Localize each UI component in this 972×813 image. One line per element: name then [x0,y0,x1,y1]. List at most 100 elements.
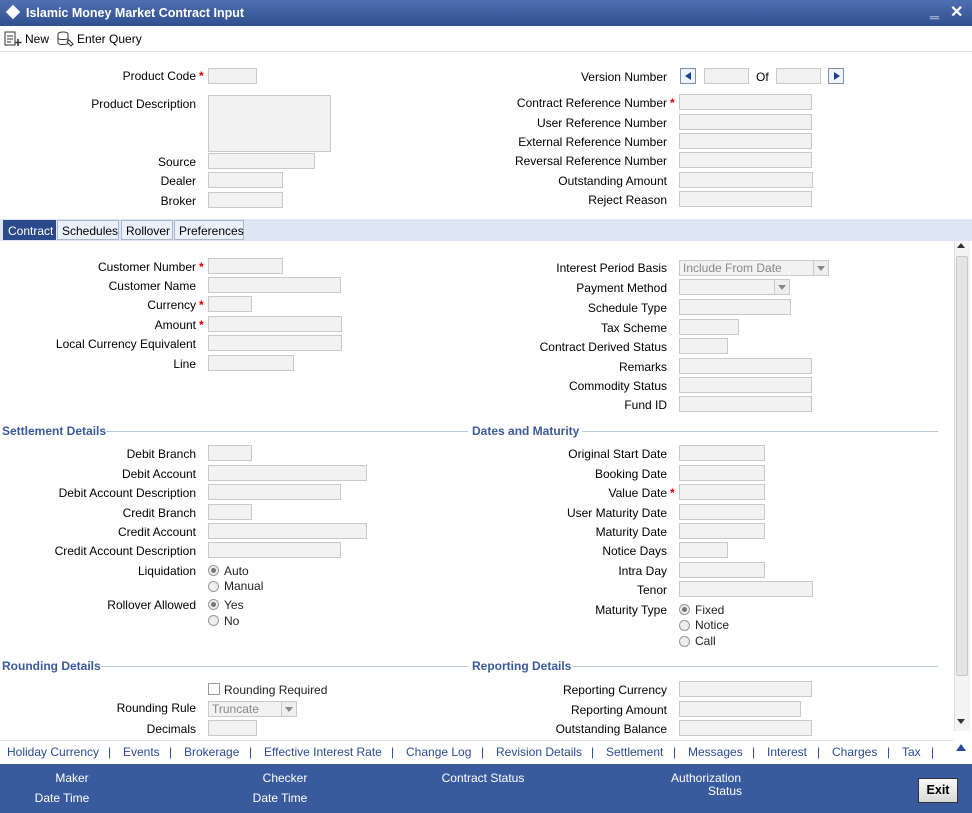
reject-reason-input[interactable] [679,191,812,207]
customer-number-input[interactable] [208,258,283,274]
schedule-type-input[interactable] [679,299,791,315]
maturity-notice-label: Notice [695,618,730,632]
external-reference-number-input[interactable] [679,133,812,149]
new-button[interactable]: New [4,31,49,47]
dealer-input[interactable] [208,172,283,188]
links-scroll-up-icon[interactable] [956,744,966,751]
reporting-amount-label: Reporting Amount [570,703,667,717]
tab-rollover[interactable]: Rollover [121,220,173,240]
product-code-input[interactable] [208,68,257,84]
tab-contract[interactable]: Contract [3,220,56,240]
link-messages[interactable]: Messages [688,745,743,759]
scrollbar-thumb[interactable] [956,256,968,676]
debit-account-description-input[interactable] [208,484,341,500]
user-maturity-date-input[interactable] [679,504,765,520]
reversal-reference-number-input[interactable] [679,152,812,168]
amount-input[interactable] [208,316,342,332]
user-reference-number-input[interactable] [679,114,812,130]
decimals-input[interactable] [208,720,257,736]
maturity-call-radio[interactable] [679,636,690,647]
currency-input[interactable] [208,296,252,312]
maturity-fixed-label: Fixed [695,603,725,617]
maturity-notice-radio[interactable] [679,620,690,631]
reporting-amount-input[interactable] [679,701,801,717]
of-label: Of [756,70,769,84]
debit-account-input[interactable] [208,465,367,481]
local-currency-equivalent-input[interactable] [208,335,342,351]
credit-branch-input[interactable] [208,504,252,520]
notice-days-input[interactable] [679,542,728,558]
link-brokerage[interactable]: Brokerage [184,745,239,759]
link-separator: | [591,745,595,759]
tenor-input[interactable] [679,581,813,597]
original-start-date-input[interactable] [679,445,765,461]
debit-branch-input[interactable] [208,445,252,461]
rounding-details-heading: Rounding Details [2,659,101,673]
close-icon[interactable]: ✕ [950,2,963,22]
tab-schedules[interactable]: Schedules [57,220,119,240]
minimize-icon[interactable]: ‗ [930,2,939,20]
booking-date-input[interactable] [679,465,765,481]
line-input[interactable] [208,355,294,371]
link-charges[interactable]: Charges [832,745,877,759]
liquidation-manual-radio[interactable] [208,581,219,592]
rollover-no-label: No [224,614,240,628]
intra-day-input[interactable] [679,562,765,578]
remarks-input[interactable] [679,358,812,374]
previous-version-icon[interactable] [680,68,696,84]
rounding-rule-select[interactable]: Truncate [208,701,297,717]
enter-query-button[interactable]: Enter Query [56,31,142,47]
value-date-input[interactable] [679,484,765,500]
value-date-required: * [670,486,675,500]
rollover-yes-radio[interactable] [208,599,219,610]
link-holiday-currency[interactable]: Holiday Currency [7,745,99,759]
rounding-required-checkbox[interactable] [208,683,220,695]
credit-account-description-input[interactable] [208,542,341,558]
liquidation-manual-label: Manual [224,579,264,593]
scroll-down-icon[interactable] [957,719,965,724]
interest-period-basis-select[interactable]: Include From Date [679,260,829,276]
new-icon [4,31,22,46]
outstanding-amount-label: Outstanding Amount [558,174,667,188]
link-settlement[interactable]: Settlement [606,745,663,759]
product-description-textarea[interactable] [208,95,331,152]
version-number-input[interactable] [704,68,749,84]
tab-preferences[interactable]: Preferences [174,220,244,240]
link-interest[interactable]: Interest [767,745,807,759]
broker-input[interactable] [208,192,283,208]
source-input[interactable] [208,153,315,169]
outstanding-balance-input[interactable] [679,720,812,736]
payment-method-select[interactable] [679,279,790,295]
checker-date-time-label: Date Time [252,791,308,805]
link-separator: | [931,745,935,759]
fund-id-input[interactable] [679,396,812,412]
maturity-date-input[interactable] [679,523,765,539]
rollover-no-radio[interactable] [208,615,219,626]
maker-label: Maker [55,771,89,785]
commodity-status-input[interactable] [679,377,812,393]
next-version-icon[interactable] [828,68,844,84]
link-change-log[interactable]: Change Log [406,745,471,759]
contract-reference-number-input[interactable] [679,94,812,110]
scroll-up-icon[interactable] [957,243,965,248]
liquidation-auto-radio[interactable] [208,565,219,576]
outstanding-amount-input[interactable] [679,172,813,188]
reporting-divider [573,666,938,667]
maturity-fixed-radio[interactable] [679,604,690,615]
contract-derived-status-input[interactable] [679,338,728,354]
contract-status-label: Contract Status [441,771,525,785]
link-revision-details[interactable]: Revision Details [496,745,582,759]
tax-scheme-input[interactable] [679,319,739,335]
customer-name-input[interactable] [208,277,341,293]
link-effective-interest-rate[interactable]: Effective Interest Rate [264,745,382,759]
dealer-label: Dealer [160,174,196,188]
version-total-input[interactable] [776,68,821,84]
reporting-details-heading: Reporting Details [472,659,572,673]
authorization-status-label: Status [707,784,743,798]
rollover-yes-label: Yes [224,598,244,612]
link-events[interactable]: Events [123,745,160,759]
exit-button[interactable]: Exit [918,778,958,803]
link-tax[interactable]: Tax [902,745,921,759]
reporting-currency-input[interactable] [679,681,812,697]
credit-account-input[interactable] [208,523,367,539]
